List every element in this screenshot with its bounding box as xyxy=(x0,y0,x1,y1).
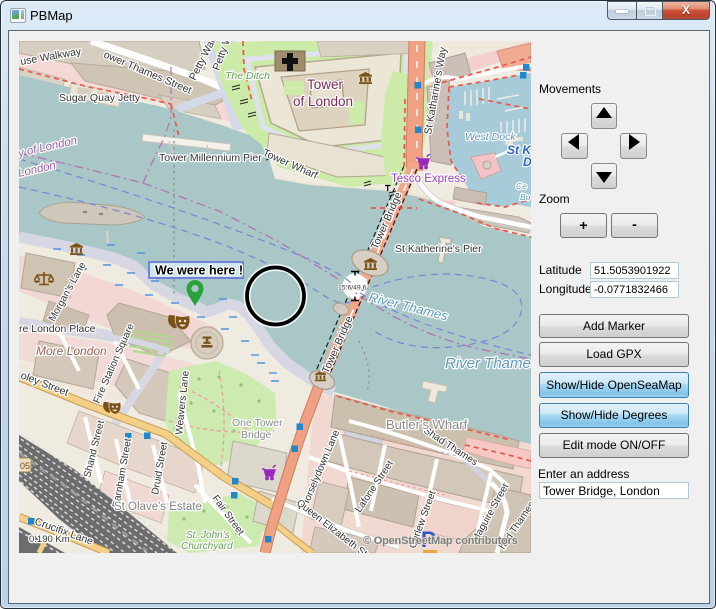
svg-text:We were here !: We were here ! xyxy=(155,264,243,278)
svg-text:Ce: Ce xyxy=(516,181,527,191)
svg-text:St Olave's Estate: St Olave's Estate xyxy=(114,501,202,513)
svg-text:Sugar Quay Jetty: Sugar Quay Jetty xyxy=(59,92,141,104)
svg-text:West Dock: West Dock xyxy=(465,131,516,143)
svg-text:Tesco Express: Tesco Express xyxy=(391,173,466,185)
svg-text:re London Place: re London Place xyxy=(19,323,96,335)
svg-text:St. John's: St. John's xyxy=(186,530,230,541)
svg-text:River Thames: River Thames xyxy=(445,355,531,372)
svg-text:Churchyard: Churchyard xyxy=(181,541,233,552)
svg-text:More London: More London xyxy=(36,344,107,358)
svg-text:of London: of London xyxy=(293,94,353,109)
svg-text:0.190 Km: 0.190 Km xyxy=(29,534,70,545)
svg-text:Butler's Wharf: Butler's Wharf xyxy=(386,417,468,432)
svg-text:Tower Millennium Pier: Tower Millennium Pier xyxy=(159,152,262,164)
svg-text:Tower: Tower xyxy=(307,77,344,92)
svg-text:15.6/49.6: 15.6/49.6 xyxy=(338,285,367,292)
svg-text:D: D xyxy=(523,155,531,169)
svg-text:The Ditch: The Ditch xyxy=(225,70,270,82)
svg-text:One Tower: One Tower xyxy=(232,417,283,429)
svg-text:Bridge: Bridge xyxy=(241,429,272,441)
svg-text:St Katherine's Pier: St Katherine's Pier xyxy=(395,243,482,255)
svg-text:05: 05 xyxy=(20,461,30,471)
svg-text:© OpenStreetMap contributors: © OpenStreetMap contributors xyxy=(363,535,518,547)
svg-text:Bo: Bo xyxy=(520,192,531,202)
